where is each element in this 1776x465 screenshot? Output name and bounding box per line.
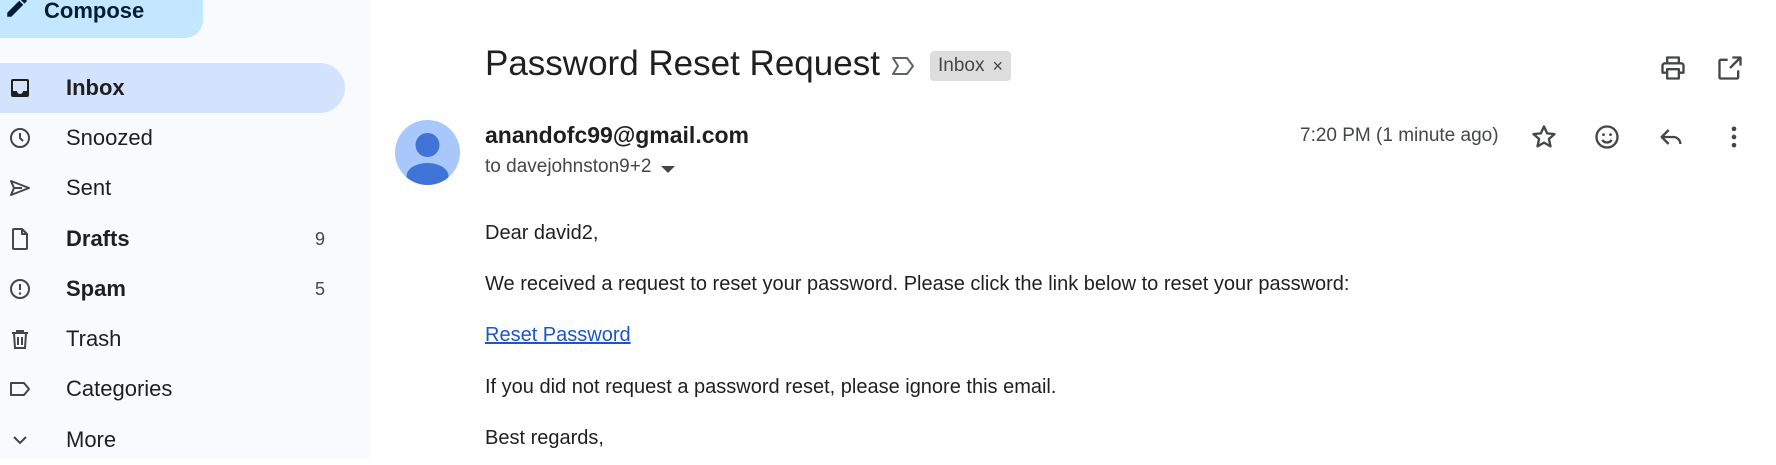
draft-file-icon [12, 228, 28, 250]
emoji-react-icon[interactable] [1593, 123, 1621, 151]
sidebar: Compose Inbox Snoozed Sent Drafts 9 Spam… [0, 0, 370, 459]
sidebar-item-sent[interactable]: Sent [0, 163, 345, 213]
body-paragraph: We received a request to reset your pass… [485, 273, 1350, 295]
sidebar-item-snoozed[interactable]: Snoozed [0, 113, 345, 163]
chevron-down-icon [13, 436, 27, 445]
sidebar-item-label: More [66, 427, 117, 452]
reply-icon[interactable] [1657, 123, 1685, 151]
sidebar-item-more[interactable]: More [0, 415, 345, 465]
label-chip-text: Inbox [938, 55, 985, 76]
sidebar-item-label: Categories [66, 376, 173, 401]
sidebar-item-spam[interactable]: Spam 5 [0, 264, 345, 314]
inbox-label-chip: Inbox × [930, 51, 1011, 81]
trash-icon [12, 330, 28, 349]
print-icon[interactable] [1659, 54, 1687, 82]
clock-icon [10, 128, 30, 148]
sidebar-item-trash[interactable]: Trash [0, 314, 345, 364]
sidebar-item-drafts[interactable]: Drafts 9 [0, 214, 345, 264]
compose-label: Compose [44, 0, 145, 23]
reset-password-link[interactable]: Reset Password [485, 324, 631, 346]
label-icon [10, 382, 30, 396]
sidebar-item-label: Sent [66, 175, 112, 200]
importance-marker-icon[interactable] [890, 55, 916, 77]
send-icon [10, 180, 30, 196]
person-icon [406, 133, 449, 185]
recipients-line: to davejohnston9+2 [485, 156, 676, 178]
pencil-icon [7, 0, 27, 17]
spam-icon [10, 279, 30, 299]
open-in-new-window-icon[interactable] [1716, 54, 1744, 82]
message-view: Password Reset Request Inbox × anandofc9… [370, 0, 1776, 459]
body-paragraph: If you did not request a password reset,… [485, 376, 1057, 398]
sidebar-item-label: Snoozed [66, 125, 153, 150]
sidebar-item-categories[interactable]: Categories [0, 364, 345, 414]
body-closing: Best regards, [485, 427, 604, 449]
sidebar-item-count: 9 [314, 228, 325, 249]
avatar[interactable] [395, 120, 460, 185]
sidebar-item-count: 5 [314, 278, 325, 299]
sender-email[interactable]: anandofc99@gmail.com [485, 122, 749, 149]
message-subject: Password Reset Request [485, 44, 880, 83]
sidebar-item-label: Trash [66, 326, 122, 351]
sidebar-item-label: Drafts [66, 226, 130, 251]
sidebar-item-inbox[interactable]: Inbox [0, 63, 345, 113]
body-greeting: Dear david2, [485, 222, 599, 244]
compose-button[interactable]: Compose [0, 0, 203, 38]
show-details-caret-icon[interactable] [661, 165, 676, 173]
recipients-text: to davejohnston9+2 [485, 156, 652, 177]
remove-label-button[interactable]: × [992, 56, 1003, 77]
sidebar-item-label: Inbox [66, 75, 125, 100]
inbox-icon [11, 79, 29, 97]
star-icon[interactable] [1530, 123, 1558, 151]
more-options-icon[interactable] [1720, 123, 1748, 151]
sidebar-item-label: Spam [66, 276, 126, 301]
message-time: 7:20 PM (1 minute ago) [1300, 125, 1499, 146]
